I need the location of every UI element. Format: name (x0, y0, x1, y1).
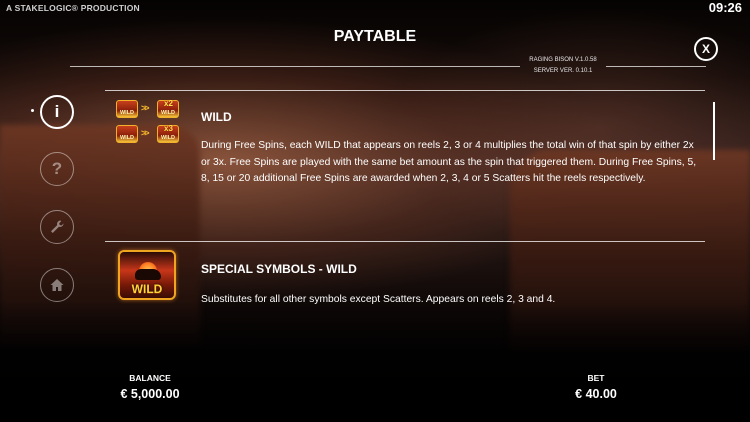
content-divider-top (105, 90, 705, 91)
arrow-icon: >> (141, 128, 149, 138)
title-divider-left (70, 66, 520, 67)
studio-credit: A STAKELOGIC® PRODUCTION (6, 3, 140, 13)
section-text-special-wild: Substitutes for all other symbols except… (201, 294, 556, 305)
home-icon (50, 279, 64, 291)
multiplier-x3-badge: x3 (164, 124, 173, 133)
version-info: RAGING BISON V.1.0.58 SERVER VER. 0.10.1 (523, 55, 603, 77)
multiplier-x2-badge: x2 (164, 99, 173, 108)
wild-symbol-icon: WILD (118, 250, 176, 300)
balance-value: € 5,000.00 (120, 387, 180, 401)
clock: 09:26 (708, 0, 742, 15)
settings-button[interactable] (40, 210, 74, 244)
wild-symbol-icon: WILD (116, 100, 138, 118)
info-icon: i (54, 102, 60, 121)
help-button[interactable]: ? (40, 152, 74, 186)
game-version: RAGING BISON V.1.0.58 (529, 57, 597, 63)
bet-label: BET (587, 373, 605, 383)
bet-value: € 40.00 (575, 387, 617, 401)
content-divider-middle (105, 241, 705, 242)
section-title-special-wild: SPECIAL SYMBOLS - WILD (201, 262, 357, 276)
canyon-background (0, 0, 750, 422)
bison-icon (135, 269, 161, 280)
home-button[interactable] (40, 268, 74, 302)
wrench-icon (51, 220, 64, 233)
section-text-wild: During Free Spins, each WILD that appear… (201, 140, 697, 184)
server-version: SERVER VER. 0.10.1 (533, 68, 593, 74)
close-button[interactable]: X (694, 37, 718, 61)
arrow-icon: >> (141, 103, 149, 113)
title-divider-right (606, 66, 706, 67)
scrollbar[interactable] (713, 102, 715, 160)
bottom-fade (0, 300, 750, 422)
wild-symbol-label: WILD (131, 282, 163, 296)
wild-symbol-icon: WILD (116, 125, 138, 143)
page-title: PAYTABLE (333, 28, 417, 45)
balance-label: BALANCE (129, 373, 171, 383)
question-icon: ? (51, 159, 63, 178)
section-title-wild: WILD (201, 110, 232, 124)
info-button[interactable]: i (40, 95, 74, 129)
active-indicator-dot (31, 109, 34, 112)
